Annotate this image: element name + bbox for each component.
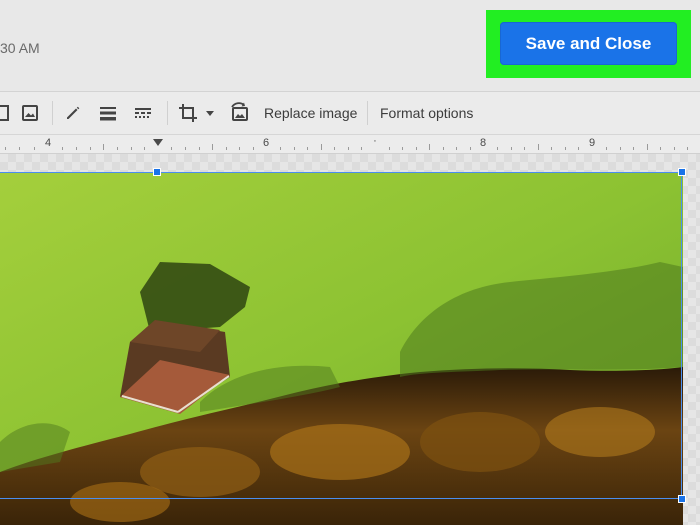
ruler-tick — [497, 147, 498, 150]
ruler-tick — [171, 147, 172, 150]
toolbar-separator — [167, 101, 168, 125]
ruler-tick — [456, 147, 457, 150]
ruler-tick — [429, 144, 430, 150]
image-icon[interactable] — [19, 102, 41, 124]
ruler-tick — [470, 147, 471, 150]
ruler-tick — [239, 147, 240, 150]
ruler-number: 4 — [44, 137, 52, 149]
ruler-tick — [62, 147, 63, 150]
toolbar-separator — [52, 101, 53, 125]
format-options-button[interactable]: Format options — [380, 105, 473, 121]
dropdown-arrow-icon[interactable] — [203, 102, 217, 124]
ruler-tick — [524, 147, 525, 150]
ruler-tick — [416, 147, 417, 150]
toolbar-separator — [367, 101, 368, 125]
ruler-tick — [307, 147, 308, 150]
resize-handle-top-right[interactable] — [678, 168, 686, 176]
image-frame-icon[interactable] — [0, 102, 12, 124]
drawing-editor: 30 AM Save and Close Replace image Forma… — [0, 0, 700, 525]
ruler-tick — [199, 147, 200, 150]
ruler-tick — [578, 147, 579, 150]
ruler-tick — [674, 147, 675, 150]
line-dash-icon[interactable] — [132, 102, 154, 124]
ruler-tick — [551, 147, 552, 150]
toolbar: Replace image Format options — [0, 92, 700, 135]
ruler-tick — [620, 147, 621, 150]
ruler-tick — [321, 144, 322, 150]
ruler-tick — [90, 147, 91, 150]
ruler-indent-marker[interactable] — [153, 139, 163, 146]
ruler-tick — [389, 147, 390, 150]
ruler-tick — [660, 147, 661, 150]
replace-image-icon[interactable] — [229, 102, 251, 124]
ruler-tick — [253, 147, 254, 150]
ruler-tick — [280, 147, 281, 150]
header-bar: 30 AM Save and Close — [0, 0, 700, 92]
ruler-number: 8 — [479, 137, 487, 149]
ruler-tick — [19, 147, 20, 150]
ruler-tick — [647, 144, 648, 150]
ruler-tick — [226, 147, 227, 150]
ruler-tick — [402, 147, 403, 150]
ruler-tick — [103, 144, 104, 150]
ruler-tick — [633, 147, 634, 150]
ruler-tick — [131, 147, 132, 150]
selected-image[interactable] — [0, 172, 683, 525]
line-weight-icon[interactable] — [97, 102, 119, 124]
ruler-tick — [511, 147, 512, 150]
ruler-number: · — [373, 135, 377, 147]
time-text: 30 AM — [0, 40, 40, 56]
ruler-tick — [144, 147, 145, 150]
ruler-tick — [348, 147, 349, 150]
ruler-tick — [687, 147, 688, 150]
ruler-tick — [361, 147, 362, 150]
ruler-tick — [34, 147, 35, 150]
ruler-number: 9 — [588, 137, 596, 149]
ruler-tick — [5, 147, 6, 150]
ruler-tick — [334, 147, 335, 150]
save-and-close-button[interactable]: Save and Close — [500, 22, 677, 65]
ruler-tick — [606, 147, 607, 150]
horizontal-ruler: 4 6 8 9 · — [0, 135, 700, 154]
ruler-tick — [538, 144, 539, 150]
replace-image-button[interactable]: Replace image — [264, 105, 357, 121]
pencil-icon[interactable] — [62, 102, 84, 124]
resize-handle-right[interactable] — [678, 495, 686, 503]
ruler-tick — [294, 147, 295, 150]
ruler-tick — [565, 147, 566, 150]
ruler-tick — [212, 144, 213, 150]
ruler-number: 6 — [262, 137, 270, 149]
ruler-tick — [185, 147, 186, 150]
ruler-tick — [76, 147, 77, 150]
resize-handle-top[interactable] — [153, 168, 161, 176]
ruler-tick — [117, 147, 118, 150]
ruler-tick — [443, 147, 444, 150]
crop-icon[interactable] — [177, 102, 199, 124]
photo-meadow-hut — [0, 172, 683, 525]
